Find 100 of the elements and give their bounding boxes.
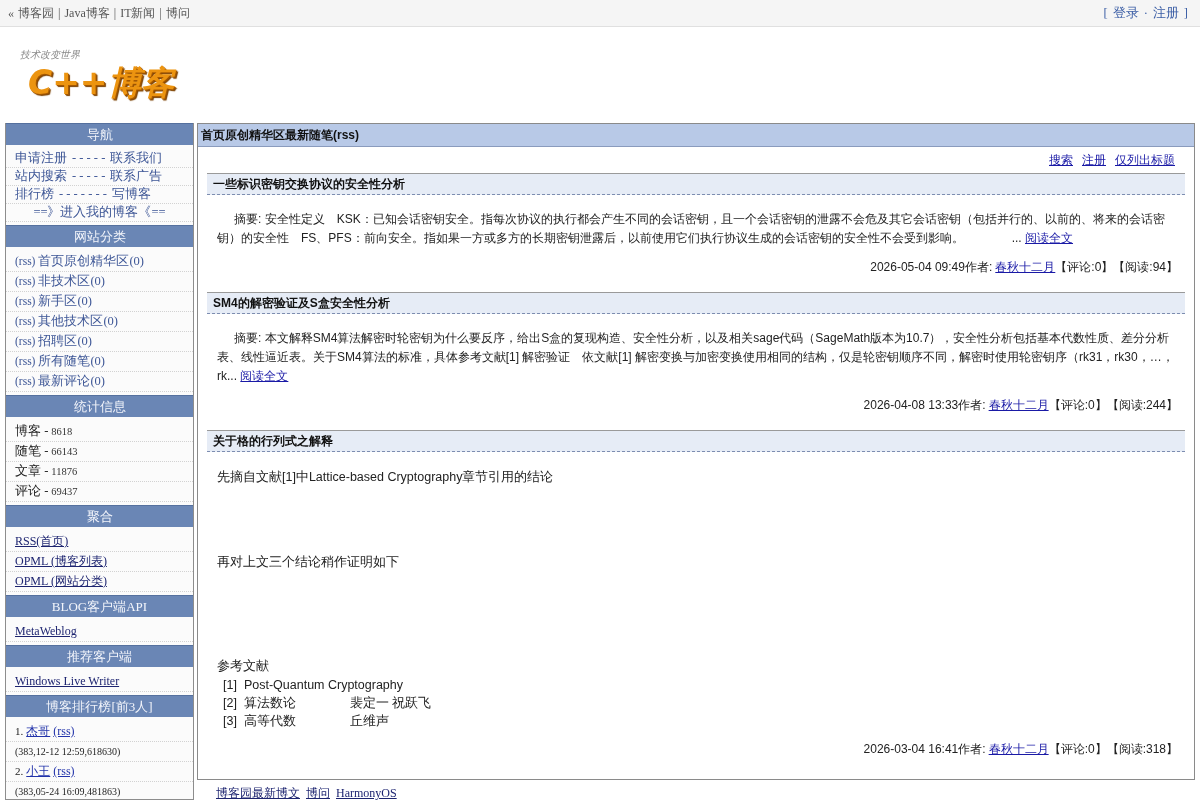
rss-link[interactable]: (rss) xyxy=(15,292,36,311)
post-title[interactable]: 关于格的行列式之解释 xyxy=(207,430,1185,452)
bracket-separator: ] xyxy=(1183,5,1188,21)
blogger-link[interactable]: 杰哥 xyxy=(26,722,51,741)
sidebar-heading: 博客排行榜[前3人] xyxy=(6,695,193,717)
rss-link[interactable]: (rss) xyxy=(15,352,36,371)
author-label: 作者: xyxy=(964,260,993,274)
author-link[interactable]: 春秋十二月 xyxy=(995,260,1056,274)
post-paragraph: 先摘自文献[1]中Lattice-based Cryptography章节引用的结论 xyxy=(217,469,554,486)
account-link[interactable]: 登录 xyxy=(1112,4,1139,22)
stat-label: 博客 - xyxy=(15,423,49,440)
nav-separator: | xyxy=(159,5,162,21)
rank-number: 1. xyxy=(15,724,24,739)
footer-link[interactable]: HarmonyOS xyxy=(336,786,397,800)
nav-link[interactable]: 写博客 xyxy=(111,186,151,203)
rank-number: 2. xyxy=(15,764,24,779)
sidebar-heading: BLOG客户端API xyxy=(6,595,193,617)
author-link[interactable]: 春秋十二月 xyxy=(988,742,1049,756)
reference-title: Post-Quantum Cryptography xyxy=(243,677,403,694)
post-summary: 摘要: 安全性定义 KSK：已知会话密钥安全。指每次协议的执行都会产生不同的会话密钥，且一个会话密钥的泄露不会危及其它会话密钥（包括并行的、以前的、将来的会话密钥）的安全性 FS、PFS：前向安全。指如果一方或多方的长期密钥泄露后，以前使用它们执行协议生成的会话密钥的安全性不会受到影响。 ... 阅读全文 xyxy=(216,211,1166,247)
read-more-link[interactable]: 阅读全文 xyxy=(1025,231,1073,245)
rss-link[interactable]: (rss) xyxy=(15,332,36,351)
rss-link[interactable]: (rss) xyxy=(15,272,36,291)
read-more-link[interactable]: 阅读全文 xyxy=(240,369,289,383)
logo-tagline: 技术改变世界 xyxy=(20,49,80,61)
category-link[interactable]: 招聘区(0) xyxy=(38,332,93,351)
author-label: 作者: xyxy=(958,742,986,756)
panel-title: 首页原创精华区最新随笔(rss) xyxy=(198,124,1194,147)
rss-link[interactable]: (rss) xyxy=(53,722,75,741)
post-counts: 【评论:0】【阅读:244】 xyxy=(1048,398,1178,412)
nav-link[interactable]: 申请注册 xyxy=(15,150,67,167)
reference-authors: 丘维声 xyxy=(349,713,389,730)
footer-link[interactable]: 博客园最新博文 xyxy=(216,786,300,800)
dash-separator: - - - - - xyxy=(72,168,106,185)
reference-number: [1] xyxy=(223,677,237,694)
my-blog-link[interactable]: ==》进入我的博客《== xyxy=(33,204,166,221)
footer-link[interactable]: 博问 xyxy=(306,786,330,800)
reference-number: [3] xyxy=(223,713,237,730)
rss-link[interactable]: (rss) xyxy=(15,312,36,331)
account-link[interactable]: 注册 xyxy=(1152,4,1179,22)
post-date: 2026-04-08 13:33 xyxy=(863,398,959,412)
sidebar-link[interactable]: Windows Live Writer xyxy=(15,672,120,691)
nav-link[interactable]: 联系我们 xyxy=(110,150,163,167)
post-title[interactable]: SM4的解密验证及S盒安全性分析 xyxy=(207,292,1185,314)
post-paragraph: 再对上文三个结论稍作证明如下 xyxy=(217,554,399,571)
toolbar-link[interactable]: 搜索 xyxy=(1049,151,1073,169)
rank-detail: (383,12-12 12:59,618630) xyxy=(15,745,121,759)
author-link[interactable]: 春秋十二月 xyxy=(988,398,1049,412)
category-link[interactable]: 最新评论(0) xyxy=(38,372,106,391)
author-label: 作者: xyxy=(958,398,986,412)
category-link[interactable]: 新手区(0) xyxy=(38,292,93,311)
post-title[interactable]: 一些标识密钥交换协议的安全性分析 xyxy=(207,173,1185,195)
sidebar-link[interactable]: OPML (网站分类) xyxy=(15,572,107,591)
nav-link[interactable]: 联系广告 xyxy=(110,168,163,185)
sidebar-link[interactable]: MetaWeblog xyxy=(15,622,77,641)
reference-title: 算法数论 xyxy=(243,695,297,712)
top-nav-link[interactable]: Java博客 xyxy=(64,4,110,22)
toolbar-link[interactable]: 仅列出标题 xyxy=(1115,151,1175,169)
stat-label: 文章 - xyxy=(15,463,49,480)
post-summary: 摘要: 本文解释SM4算法解密时轮密钥为什么要反序，给出S盒的复现构造、安全性分析，以及相关sage代码（SageMath版本为10.7），安全性分析包括基本代数性质、差分分析表、线性逼近表。关于SM4算法的标准，具体参考文献[1] 解密验证 依文献[1] 解密变换与加密变换使用相同的结构，仅是轮密钥顺序不同，解密时使用轮密钥序（rk31，rk30，…，rk... 阅读全文 xyxy=(216,330,1175,385)
sidebar-link[interactable]: OPML (博客列表) xyxy=(15,552,107,571)
reference-number: [2] xyxy=(223,695,237,712)
top-nav-link[interactable]: 博客园 xyxy=(18,4,54,22)
references-heading: 参考文献 xyxy=(217,658,269,675)
sidebar-heading: 统计信息 xyxy=(6,395,193,417)
category-link[interactable]: 所有随笔(0) xyxy=(38,352,106,371)
nav-separator: | xyxy=(58,5,61,21)
sidebar-heading: 推荐客户端 xyxy=(6,645,193,667)
post-date: 2026-03-04 16:41 xyxy=(863,742,959,756)
category-link[interactable]: 其他技术区(0) xyxy=(38,312,119,331)
sidebar-heading: 导航 xyxy=(6,123,193,145)
sidebar-link[interactable]: RSS(首页) xyxy=(15,532,69,551)
dot-separator: · xyxy=(1143,5,1148,21)
toolbar-link[interactable]: 注册 xyxy=(1082,151,1106,169)
stat-value: 11876 xyxy=(51,465,78,479)
rank-detail: (383,05-24 16:09,481863) xyxy=(15,785,121,799)
stat-label: 评论 - xyxy=(15,483,49,500)
rss-link[interactable]: (rss) xyxy=(15,252,36,271)
rss-link[interactable]: (rss) xyxy=(15,372,36,391)
category-link[interactable]: 非技术区(0) xyxy=(38,272,106,291)
reference-title: 高等代数 xyxy=(243,713,297,730)
top-nav-link[interactable]: 博问 xyxy=(165,4,190,22)
post-date: 2026-05-04 09:49 xyxy=(870,260,965,274)
dash-separator: - - - - - - - xyxy=(59,186,107,203)
stat-value: 69437 xyxy=(51,485,78,499)
rss-link[interactable]: (rss) xyxy=(53,762,75,781)
stat-label: 随笔 - xyxy=(15,443,49,460)
sidebar-heading: 网站分类 xyxy=(6,225,193,247)
sidebar-heading: 聚合 xyxy=(6,505,193,527)
post-counts: 【评论:0】【阅读:94】 xyxy=(1055,260,1178,274)
blogger-link[interactable]: 小王 xyxy=(26,762,51,781)
top-nav-link[interactable]: IT新闻 xyxy=(120,4,156,22)
category-link[interactable]: 首页原创精华区(0) xyxy=(38,252,145,271)
nav-link[interactable]: 站内搜索 xyxy=(15,168,67,185)
nav-link[interactable]: 排行榜 xyxy=(15,186,54,203)
bracket-separator: [ xyxy=(1103,5,1108,21)
stat-value: 8618 xyxy=(51,425,73,439)
stat-value: 66143 xyxy=(51,445,78,459)
reference-authors: 裴定一 祝跃飞 xyxy=(349,695,432,712)
dash-separator: - - - - - xyxy=(72,150,106,167)
